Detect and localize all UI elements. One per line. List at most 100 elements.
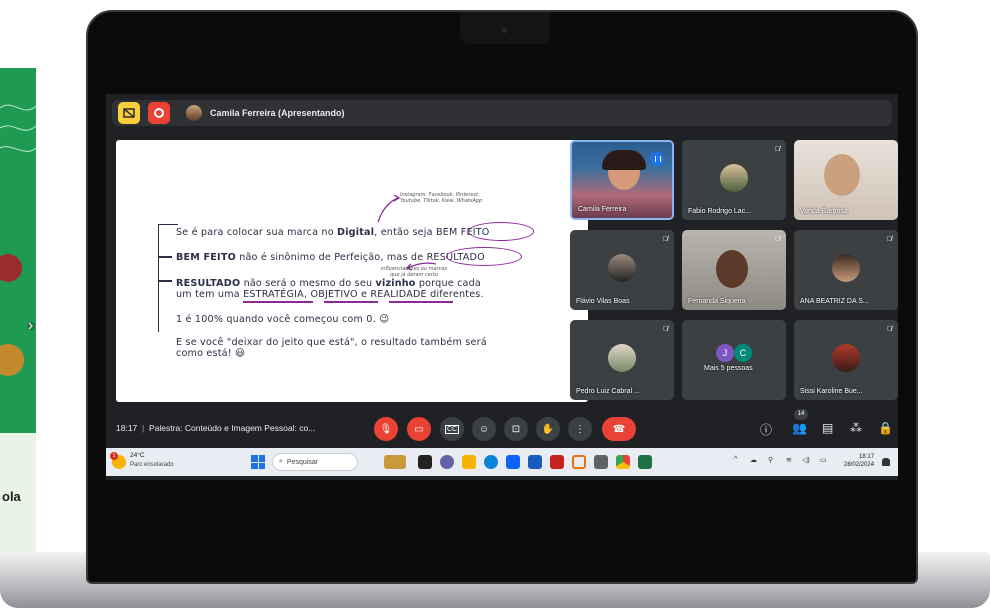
- tray-cloud-icon[interactable]: ☁: [750, 456, 757, 464]
- host-controls-icon[interactable]: 🔒: [878, 421, 893, 435]
- participant-tile[interactable]: Vanda Barbosa: [794, 140, 898, 220]
- slide-line-1: Se é para colocar sua marca no Digital, …: [176, 227, 490, 238]
- camera-toggle-button[interactable]: ▭: [407, 417, 431, 441]
- captions-button[interactable]: CC: [440, 417, 464, 441]
- slide-text: um tem uma: [176, 289, 240, 300]
- taskbar-search[interactable]: ⌕ Pesquisar: [272, 453, 358, 471]
- participant-tile[interactable]: 🎙̸ Fernanda Siqueira: [682, 230, 786, 310]
- excel-icon[interactable]: [638, 455, 652, 469]
- participant-tile[interactable]: 🎙̸ Fabio Rodrigo Lac...: [682, 140, 786, 220]
- participant-avatar: [608, 254, 636, 282]
- participant-tile[interactable]: 🎙̸ Pedro Luiz Cabral ...: [570, 320, 674, 400]
- speaking-indicator-icon: [650, 152, 664, 166]
- participant-tile[interactable]: 🎙̸ Sissi Karoline Bue...: [794, 320, 898, 400]
- decorative-lines: [0, 104, 36, 376]
- file-explorer-icon[interactable]: [462, 455, 476, 469]
- wifi-icon[interactable]: ≋: [786, 456, 792, 464]
- slide-annotations: [377, 194, 437, 271]
- mic-muted-icon: 🎙̸: [886, 326, 892, 333]
- present-button[interactable]: ⊡: [504, 417, 528, 441]
- participant-hair: [602, 150, 646, 170]
- mic-muted-icon: 🎙̸: [774, 146, 780, 153]
- mic-muted-icon: 🎙̸: [774, 236, 780, 243]
- participant-face: [824, 154, 860, 196]
- tray-pin-icon[interactable]: ⚲: [768, 456, 773, 464]
- slide-text: diferentes.: [430, 289, 484, 300]
- slide-underlined-word: ESTRATÉGIA: [243, 289, 304, 300]
- mic-muted-icon: 🎙̸: [662, 236, 668, 243]
- more-options-button[interactable]: ⋮: [568, 417, 592, 441]
- participant-initial: J: [716, 344, 734, 362]
- mic-toggle-button[interactable]: 🎙: [374, 417, 398, 441]
- camera-notch: [460, 12, 550, 44]
- notification-badge: 1: [110, 452, 118, 460]
- presentation-slide: Instagram, Facebook, Pinterest, Youtube,…: [116, 140, 588, 402]
- slide-line-6: E se você "deixar do jeito que está", o …: [176, 337, 487, 348]
- participant-face: [716, 250, 748, 288]
- slide-text: porque cada: [418, 278, 482, 289]
- side-footer-text: ola: [2, 489, 21, 504]
- weather-temperature[interactable]: 24°C: [130, 452, 145, 459]
- underline-mark: [389, 301, 453, 303]
- store-icon[interactable]: [506, 455, 520, 469]
- participant-tile[interactable]: 🎙̸ ANA BEATRIZ DA S...: [794, 230, 898, 310]
- participant-name: Camila Ferreira: [578, 206, 627, 213]
- info-icon[interactable]: ⓘ: [760, 421, 772, 438]
- participant-tile[interactable]: Camila Ferreira: [570, 140, 674, 220]
- chat-app-icon[interactable]: [440, 455, 454, 469]
- participant-name: Fernanda Siqueira: [688, 298, 746, 305]
- mail-icon[interactable]: [550, 455, 564, 469]
- battery-icon[interactable]: ▭: [820, 456, 827, 464]
- news-widget-icon[interactable]: [384, 455, 406, 469]
- edge-browser-icon[interactable]: [484, 455, 498, 469]
- meet-screen: Camila Ferreira (Apresentando) Instagram…: [106, 94, 898, 480]
- participant-tile[interactable]: 🎙̸ Flávio Vilas Boas: [570, 230, 674, 310]
- captions-icon: CC: [444, 424, 460, 434]
- participant-name: Pedro Luiz Cabral ...: [576, 388, 640, 395]
- scene: ola Camila Ferreira (Apresentando) Insta…: [0, 0, 990, 608]
- raise-hand-button[interactable]: ✋: [536, 417, 560, 441]
- slide-bold-text: BEM FEITO: [176, 252, 236, 263]
- recording-chip[interactable]: [148, 102, 170, 124]
- task-view-icon[interactable]: [418, 455, 432, 469]
- windows-taskbar: 1 24°C Parc ensolarado ⌕ Pesquisar ^ ☁ ⚲…: [106, 448, 898, 476]
- calculator-icon[interactable]: [594, 455, 608, 469]
- presenter-label: Camila Ferreira (Apresentando): [210, 108, 345, 118]
- leave-call-button[interactable]: ☎: [602, 417, 636, 441]
- volume-icon[interactable]: ◁): [802, 456, 810, 464]
- present-chip[interactable]: [118, 102, 140, 124]
- underline-mark: [324, 301, 378, 303]
- screen-share-off-icon: [123, 108, 135, 118]
- chrome-icon[interactable]: [616, 455, 630, 469]
- windows-start-icon[interactable]: [251, 455, 265, 469]
- participant-name: ANA BEATRIZ DA S...: [800, 298, 869, 305]
- weather-description[interactable]: Parc ensolarado: [130, 462, 174, 468]
- more-participants-tile[interactable]: J C Mais 5 pessoas: [682, 320, 786, 400]
- laptop-lid: Camila Ferreira (Apresentando) Instagram…: [86, 10, 918, 584]
- participant-name: Flávio Vilas Boas: [576, 298, 630, 305]
- activities-icon[interactable]: ⁂: [850, 421, 862, 435]
- clock-date: 28/02/2024: [844, 462, 875, 468]
- notifications-bell-icon[interactable]: [882, 458, 890, 466]
- participant-initial: C: [734, 344, 752, 362]
- slide-line-5: 1 é 100% quando você começou com 0. 😉: [176, 314, 390, 325]
- participant-name: Vanda Barbosa: [800, 208, 848, 215]
- system-clock[interactable]: 18:17 28/02/2024: [844, 453, 874, 469]
- people-icon[interactable]: 👥: [792, 421, 807, 435]
- word-icon[interactable]: [528, 455, 542, 469]
- app-icon[interactable]: [572, 455, 586, 469]
- participant-avatar: [608, 344, 636, 372]
- slide-text: , então seja: [374, 227, 433, 238]
- chat-icon[interactable]: ▤: [822, 421, 833, 435]
- slide-line-2: BEM FEITO não é sinônimo de Perfeição, m…: [176, 252, 485, 263]
- presenter-avatar: [186, 105, 202, 121]
- tray-chevron-icon[interactable]: ^: [734, 456, 737, 463]
- mic-muted-icon: 🎙̸: [886, 236, 892, 243]
- slide-bold-text: RESULTADO: [176, 278, 241, 289]
- side-decorative-panel: [0, 68, 36, 433]
- highlight-oval: [468, 222, 534, 241]
- emoji-icon: ☺: [478, 423, 490, 435]
- slide-underlined-word: OBJETIVO: [310, 289, 358, 300]
- emoji-button[interactable]: ☺: [472, 417, 496, 441]
- hangup-icon: ☎: [612, 423, 626, 435]
